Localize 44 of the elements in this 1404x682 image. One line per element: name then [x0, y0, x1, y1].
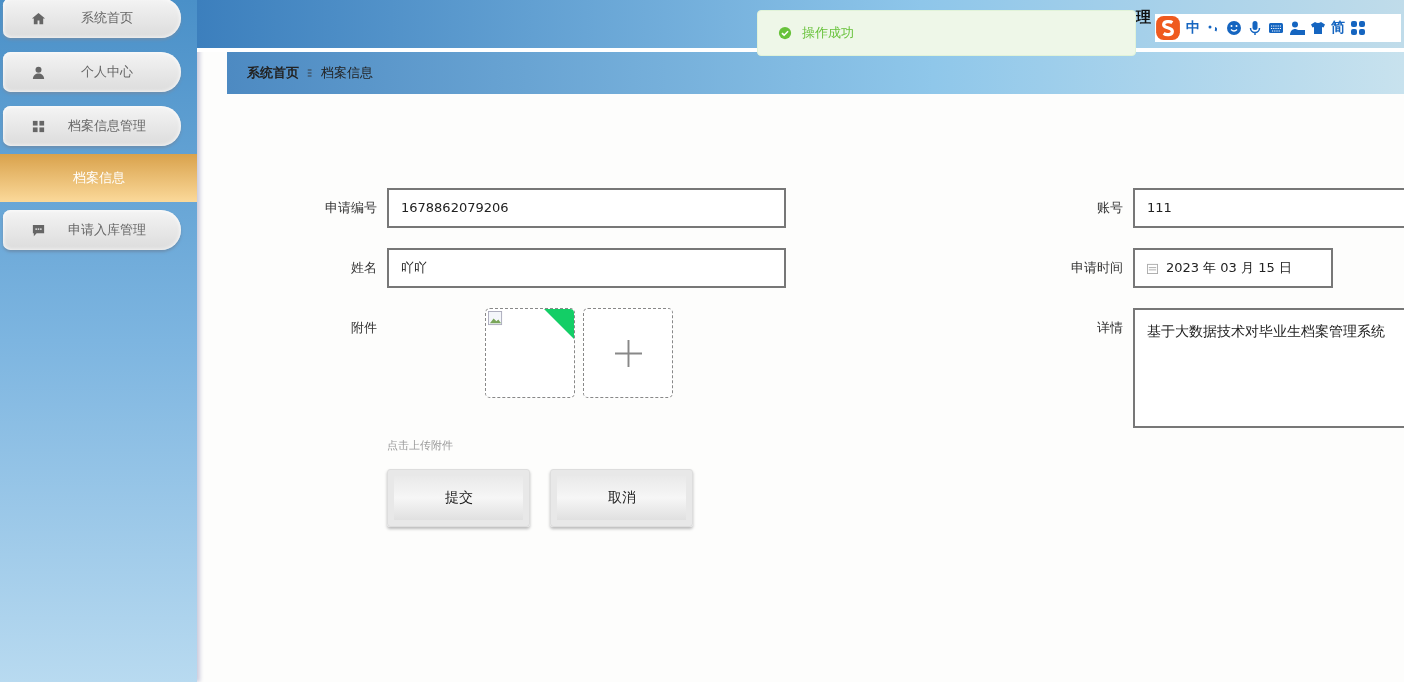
menu-item[interactable]: 系统首页 [3, 0, 181, 38]
person-icon [31, 64, 46, 80]
toast-message: 操作成功 [802, 24, 854, 42]
input-field[interactable]: 111 [1133, 188, 1404, 228]
breadcrumb-item: 档案信息 [321, 64, 373, 82]
field-label: 申请时间 [1070, 259, 1123, 277]
field-label: 详情 [1096, 319, 1123, 337]
calendar-icon [1147, 262, 1158, 274]
upload-hint: 点击上传附件 [387, 438, 454, 453]
success-corner-mark [544, 309, 574, 339]
details-textarea[interactable]: 基于大数据技术对毕业生档案管理系统 [1133, 308, 1404, 428]
ime-logo-icon[interactable] [1155, 15, 1181, 41]
smiley-icon[interactable] [1226, 20, 1242, 36]
input-field[interactable]: 吖吖 [387, 248, 786, 288]
menu-item[interactable]: 申请入库管理 [3, 210, 181, 250]
chat-icon [31, 222, 46, 238]
check-circle-icon [778, 26, 792, 40]
keyboard-icon[interactable] [1268, 20, 1284, 36]
menu-item[interactable]: 个人中心 [3, 52, 181, 92]
grid-icon [31, 118, 46, 134]
field-label: 附件 [350, 319, 377, 337]
plus-icon [614, 339, 642, 367]
date-field[interactable]: 2023 年 03 月 15 日 [1133, 248, 1333, 288]
home-icon [31, 10, 46, 26]
apps-icon[interactable] [1350, 20, 1366, 36]
upload-button[interactable] [583, 308, 673, 398]
broken-image-icon [488, 311, 503, 326]
breadcrumb-item[interactable]: 系统首页 [247, 64, 299, 82]
field-label: 账号 [1096, 199, 1123, 217]
field-label: 申请编号 [324, 199, 377, 217]
header-title: 理 [1136, 8, 1151, 27]
field-label: 姓名 [350, 259, 377, 277]
microphone-icon[interactable] [1247, 20, 1263, 36]
user-badge-icon[interactable] [1289, 20, 1305, 36]
separator-icon [307, 68, 313, 78]
date-value: 2023 年 03 月 15 日 [1166, 259, 1292, 277]
ime-script-mode[interactable]: 简 [1331, 19, 1345, 37]
input-field[interactable]: 1678862079206 [387, 188, 786, 228]
submit-button[interactable]: 提交 [387, 469, 530, 527]
uploaded-file-thumbnail[interactable] [485, 308, 575, 398]
menu-item[interactable]: 档案信息管理 [3, 106, 181, 146]
cancel-button[interactable]: 取消 [550, 469, 693, 527]
shirt-icon[interactable] [1310, 20, 1326, 36]
ime-mode[interactable]: 中 [1186, 19, 1200, 37]
